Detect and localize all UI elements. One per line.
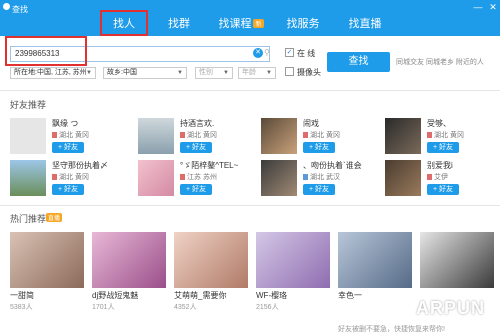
avatar[interactable] [261,118,297,154]
friend-card[interactable]: °ゞ陌梓鏊^TEL~ 江苏 苏州 + 好友 [138,160,258,210]
hometown-select[interactable]: 故乡:中国 ▼ [103,67,187,79]
friend-location: 湖北 黄冈 [52,172,89,182]
live-badge: 直播 [46,213,63,222]
person-icon [180,132,185,139]
avatar[interactable] [261,160,297,196]
friend-card[interactable]: 坚守那份执着〆 湖北 黄冈 + 好友 [10,160,130,210]
location-pin-icon[interactable]: ⚲ [264,48,272,58]
person-icon [427,174,432,181]
person-icon [52,174,57,181]
friend-location: 湖北 黄冈 [303,130,340,140]
chevron-down-icon: ▼ [223,70,229,76]
tab-find-services[interactable]: 找服务 [272,10,334,36]
add-friend-button[interactable]: + 好友 [180,142,212,153]
divider [0,205,500,206]
footer-tip[interactable]: 好友被删不要急，快捷恢复来帮你! [338,324,445,333]
window-title: 查找 [12,5,28,14]
friend-location: 江苏 苏州 [180,172,217,182]
find-button[interactable]: 查找 [327,52,390,72]
person-icon [427,132,432,139]
add-friend-button[interactable]: + 好友 [52,184,84,195]
location-select[interactable]: 所在地:中国, 江苏, 苏州 ▼ [10,67,96,79]
add-friend-button[interactable]: + 好友 [52,142,84,153]
add-friend-button[interactable]: + 好友 [427,184,459,195]
tab-find-people[interactable]: 找人 [100,10,148,36]
hot-thumbnail[interactable] [10,232,84,288]
avatar[interactable] [385,118,421,154]
watermark: ARPUN [416,298,486,318]
quick-links[interactable]: 同城交友 同城老乡 附近的人 [396,57,484,67]
friend-card[interactable]: 别爱我i 艾伊 + 好友 [385,160,500,210]
avatar[interactable] [385,160,421,196]
new-badge: 新 [253,18,264,28]
minimize-button[interactable]: — [472,2,484,12]
gender-select[interactable]: 性别 ▼ [195,67,233,79]
person-icon [52,132,57,139]
tab-find-live[interactable]: 找直播 [334,10,396,36]
hot-section-title: 热门推荐 [10,214,47,224]
friend-location: 艾伊 [427,172,448,182]
add-friend-button[interactable]: + 好友 [180,184,212,195]
person-icon [180,174,185,181]
close-button[interactable]: ✕ [487,2,499,13]
online-label: 在 线 [297,49,316,58]
add-friend-button[interactable]: + 好友 [303,142,335,153]
avatar[interactable] [10,160,46,196]
person-icon [303,174,308,181]
hot-thumbnail[interactable] [420,232,494,288]
hot-thumbnail[interactable] [338,232,412,288]
friends-section-title: 好友推荐 [10,100,47,110]
avatar[interactable] [138,118,174,154]
chevron-down-icon: ▼ [266,70,272,76]
age-select[interactable]: 年龄 ▼ [238,67,276,79]
avatar[interactable] [10,118,46,154]
tab-bar: 找人 找群 找课程 新 找服务 找直播 [100,10,396,36]
friend-card[interactable]: 、吻份执着`谁会 湖北 武汉 + 好友 [261,160,381,210]
tab-find-groups[interactable]: 找群 [148,10,210,36]
add-friend-button[interactable]: + 好友 [303,184,335,195]
hot-thumbnail[interactable] [256,232,330,288]
title-bar: 查找 — ✕ 找人 找群 找课程 新 找服务 找直播 [0,0,500,36]
hot-thumbnail[interactable] [92,232,166,288]
friend-location: 湖北 武汉 [303,172,340,182]
friend-location: 湖北 黄冈 [52,130,89,140]
avatar[interactable] [138,160,174,196]
add-friend-button[interactable]: + 好友 [427,142,459,153]
app-logo-icon [3,3,10,10]
online-checkbox[interactable]: ✓ [285,48,294,57]
chevron-down-icon: ▼ [177,70,183,76]
search-highlight-box [5,36,87,66]
camera-label: 摄像头 [297,68,321,77]
hot-thumbnail[interactable] [174,232,248,288]
clear-icon[interactable]: ✕ [253,48,263,58]
divider [0,90,500,91]
chevron-down-icon: ▼ [86,70,92,76]
friend-location: 湖北 黄冈 [180,130,217,140]
camera-checkbox[interactable] [285,67,294,76]
friend-location: 湖北 黄冈 [427,130,464,140]
person-icon [303,132,308,139]
tab-find-courses[interactable]: 找课程 新 [210,10,272,36]
